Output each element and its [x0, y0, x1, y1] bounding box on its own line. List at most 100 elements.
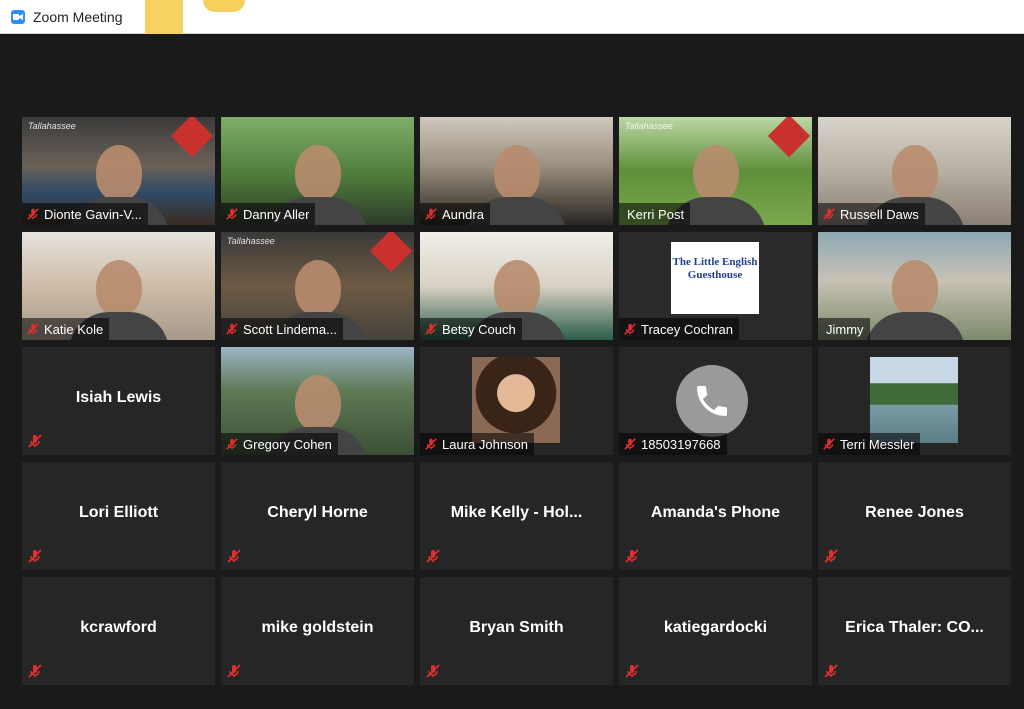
mic-muted-icon: [624, 548, 640, 564]
participant-name: Danny Aller: [243, 206, 310, 222]
mic-muted-icon: [425, 548, 441, 564]
participant-tile[interactable]: kcrawford: [22, 577, 215, 685]
participant-tile[interactable]: Erica Thaler: CO...: [818, 577, 1011, 685]
participant-tile[interactable]: Danny Aller: [221, 117, 414, 225]
tallahassee-logo: Tallahassee: [625, 121, 673, 131]
participant-nametag: 18503197668: [619, 433, 727, 455]
mic-muted-icon: [226, 548, 242, 564]
participant-tile[interactable]: Bryan Smith: [420, 577, 613, 685]
participant-name: Kerri Post: [627, 206, 685, 222]
participant-nametag: Tracey Cochran: [619, 318, 739, 340]
participant-tile[interactable]: Terri Messler: [818, 347, 1011, 455]
participant-nametag: Russell Daws: [818, 203, 925, 225]
phone-icon: [676, 365, 748, 437]
participant-nametag: Scott Lindema...: [221, 318, 343, 340]
mic-muted-icon: [623, 322, 637, 336]
mic-muted-icon: [823, 663, 839, 679]
participant-name: Tracey Cochran: [641, 321, 733, 337]
participant-tile[interactable]: Jimmy: [818, 232, 1011, 340]
participant-tile[interactable]: Cheryl Horne: [221, 462, 414, 570]
participant-nametag: Katie Kole: [22, 318, 110, 340]
mic-muted-icon: [424, 322, 438, 336]
participant-tile[interactable]: The Little English Guesthouse Tracey Coch…: [619, 232, 812, 340]
participant-name: kcrawford: [80, 619, 157, 636]
annotation-marker: [203, 0, 245, 12]
mic-muted-icon: [225, 207, 239, 221]
mic-muted-icon: [623, 437, 637, 451]
participant-name: Erica Thaler: CO...: [845, 619, 984, 636]
tallahassee-logo: Tallahassee: [28, 121, 76, 131]
company-logo: The Little English Guesthouse: [671, 242, 759, 314]
mic-muted-icon: [226, 663, 242, 679]
participant-name: Isiah Lewis: [75, 389, 162, 406]
participant-tile[interactable]: Amanda's Phone: [619, 462, 812, 570]
participant-tile[interactable]: Aundra: [420, 117, 613, 225]
person-silhouette: [493, 260, 540, 316]
participant-name: Russell Daws: [840, 206, 919, 222]
participant-tile[interactable]: Tallahassee Dionte Gavin-V...: [22, 117, 215, 225]
participant-name: Lori Elliott: [78, 504, 159, 521]
mic-muted-icon: [27, 663, 43, 679]
participant-nametag: Aundra: [420, 203, 490, 225]
participant-name: Terri Messler: [840, 436, 915, 452]
participant-name: Dionte Gavin-V...: [44, 206, 142, 222]
participant-tile[interactable]: Gregory Cohen: [221, 347, 414, 455]
participant-tile[interactable]: Betsy Couch: [420, 232, 613, 340]
participant-name: Bryan Smith: [469, 619, 564, 636]
participant-tile[interactable]: Tallahassee Kerri Post: [619, 117, 812, 225]
participant-nametag: Kerri Post: [619, 203, 691, 225]
participant-name: Amanda's Phone: [650, 504, 781, 521]
participant-name: Katie Kole: [44, 321, 104, 337]
participant-nametag: Terri Messler: [818, 433, 921, 455]
participant-name: Cheryl Horne: [267, 504, 368, 521]
participant-name: Betsy Couch: [442, 321, 516, 337]
participant-name: Renee Jones: [865, 504, 964, 521]
mic-muted-icon: [26, 322, 40, 336]
participant-tile[interactable]: Tallahassee Scott Lindema...: [221, 232, 414, 340]
tallahassee-logo: Tallahassee: [227, 236, 275, 246]
person-silhouette: [891, 145, 938, 201]
participant-nametag: Laura Johnson: [420, 433, 535, 455]
participant-name: katiegardocki: [663, 619, 768, 636]
mic-muted-icon: [225, 322, 239, 336]
participant-name: Gregory Cohen: [243, 436, 332, 452]
participant-tile[interactable]: Laura Johnson: [420, 347, 613, 455]
participant-nametag: Betsy Couch: [420, 318, 522, 340]
participant-tile[interactable]: Lori Elliott: [22, 462, 215, 570]
mic-muted-icon: [225, 437, 239, 451]
profile-picture: [870, 357, 958, 443]
mic-muted-icon: [27, 548, 43, 564]
person-silhouette: [95, 145, 142, 201]
participant-nametag: Danny Aller: [221, 203, 316, 225]
mic-muted-icon: [424, 207, 438, 221]
participant-grid: Tallahassee Dionte Gavin-V... Danny Aller A…: [22, 117, 1018, 685]
mic-muted-icon: [624, 663, 640, 679]
participant-tile[interactable]: katiegardocki: [619, 577, 812, 685]
participant-name: Laura Johnson: [442, 436, 529, 452]
participant-nametag: Gregory Cohen: [221, 433, 338, 455]
zoom-icon: [11, 9, 25, 24]
participant-tile[interactable]: Russell Daws: [818, 117, 1011, 225]
person-silhouette: [493, 145, 540, 201]
person-silhouette: [891, 260, 938, 316]
participant-name: mike goldstein: [261, 619, 374, 636]
mic-muted-icon: [823, 548, 839, 564]
mic-muted-icon: [425, 663, 441, 679]
participant-tile[interactable]: 18503197668: [619, 347, 812, 455]
participant-tile[interactable]: Isiah Lewis: [22, 347, 215, 455]
mic-muted-icon: [822, 437, 836, 451]
person-silhouette: [294, 145, 341, 201]
profile-photo: [472, 357, 560, 443]
participant-tile[interactable]: mike goldstein: [221, 577, 414, 685]
person-silhouette: [294, 260, 341, 316]
participant-nametag: Dionte Gavin-V...: [22, 203, 148, 225]
mic-muted-icon: [27, 433, 43, 449]
mic-muted-icon: [26, 207, 40, 221]
participant-name: Aundra: [442, 206, 484, 222]
participant-tile[interactable]: Renee Jones: [818, 462, 1011, 570]
participant-tile[interactable]: Katie Kole: [22, 232, 215, 340]
participant-name: Scott Lindema...: [243, 321, 337, 337]
person-silhouette: [692, 145, 739, 201]
gallery-view: Tallahassee Dionte Gavin-V... Danny Aller A…: [0, 34, 1024, 709]
participant-tile[interactable]: Mike Kelly - Hol...: [420, 462, 613, 570]
